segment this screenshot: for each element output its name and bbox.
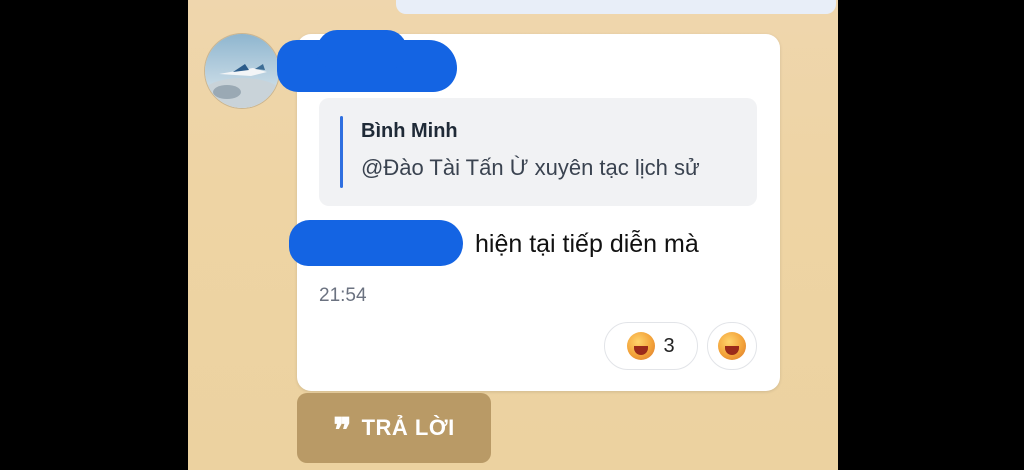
redacted-sender-name-extra <box>317 30 407 70</box>
quote-bar <box>340 116 343 188</box>
previous-message-bubble <box>396 0 836 14</box>
message-text: hiện tại tiếp diễn mà <box>475 230 699 258</box>
reaction-pill[interactable]: 3 <box>604 322 698 370</box>
crying-laughing-emoji-icon <box>627 332 656 360</box>
reply-button[interactable]: ❞ TRẢ LỜI <box>297 393 491 463</box>
add-reaction-button[interactable] <box>707 322 757 370</box>
avatar[interactable] <box>205 34 279 108</box>
chat-panel: Bình Minh @Đào Tài Tấn Ừ xuyên tạc lịch … <box>188 0 838 470</box>
reaction-count: 3 <box>663 334 675 357</box>
reply-button-label: TRẢ LỜI <box>361 415 455 440</box>
message-time: 21:54 <box>319 285 367 306</box>
redacted-message-text <box>289 220 463 266</box>
quoted-message[interactable]: Bình Minh @Đào Tài Tấn Ừ xuyên tạc lịch … <box>319 98 757 206</box>
quote-icon: ❞ <box>333 412 352 450</box>
avatar-image <box>205 34 279 108</box>
message-bubble[interactable]: Bình Minh @Đào Tài Tấn Ừ xuyên tạc lịch … <box>277 30 780 391</box>
quote-text: @Đào Tài Tấn Ừ xuyên tạc lịch sử <box>361 155 700 180</box>
crying-laughing-emoji-icon <box>718 332 746 360</box>
quote-author: Bình Minh <box>361 120 458 142</box>
